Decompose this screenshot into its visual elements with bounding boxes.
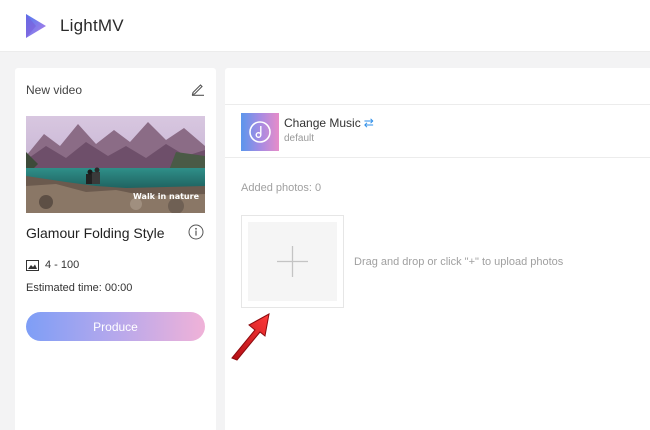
change-music-link[interactable]: Change Music ⇄ bbox=[284, 116, 374, 130]
change-music-label: Change Music bbox=[284, 116, 361, 130]
music-note-icon bbox=[249, 121, 271, 143]
project-label: New video bbox=[26, 83, 83, 97]
upload-hint: Drag and drop or click "+" to upload pho… bbox=[354, 256, 564, 268]
app-title: LightMV bbox=[60, 16, 124, 35]
swap-icon: ⇄ bbox=[363, 116, 374, 130]
editor-panel: Change Music ⇄ default Added photos: 0 Dr… bbox=[225, 68, 650, 430]
plus-icon bbox=[277, 246, 308, 277]
photo-range: 4 - 100 bbox=[26, 259, 79, 271]
estimated-time: Estimated time: 00:00 bbox=[26, 282, 133, 294]
lightmv-logo-icon[interactable] bbox=[24, 13, 48, 39]
project-panel: New video Walk in nature Glamour Folding… bbox=[15, 68, 216, 430]
upload-photo-button[interactable] bbox=[241, 215, 344, 308]
photo-range-text: 4 - 100 bbox=[45, 259, 80, 271]
red-arrow-icon bbox=[231, 313, 270, 361]
info-icon[interactable] bbox=[188, 224, 204, 240]
music-row: Change Music ⇄ default bbox=[225, 105, 650, 158]
thumbnail-caption: Walk in nature bbox=[133, 192, 199, 201]
music-cover[interactable] bbox=[241, 113, 279, 151]
image-icon bbox=[26, 259, 39, 271]
music-name: default bbox=[284, 133, 315, 144]
template-name: Glamour Folding Style bbox=[26, 225, 165, 241]
upload-area bbox=[248, 222, 337, 301]
added-photos-count: Added photos: 0 bbox=[241, 182, 322, 194]
app-header: LightMV bbox=[0, 0, 650, 52]
produce-button[interactable]: Produce bbox=[26, 312, 205, 341]
template-thumbnail[interactable]: Walk in nature bbox=[26, 116, 205, 213]
pencil-icon[interactable] bbox=[191, 82, 205, 96]
